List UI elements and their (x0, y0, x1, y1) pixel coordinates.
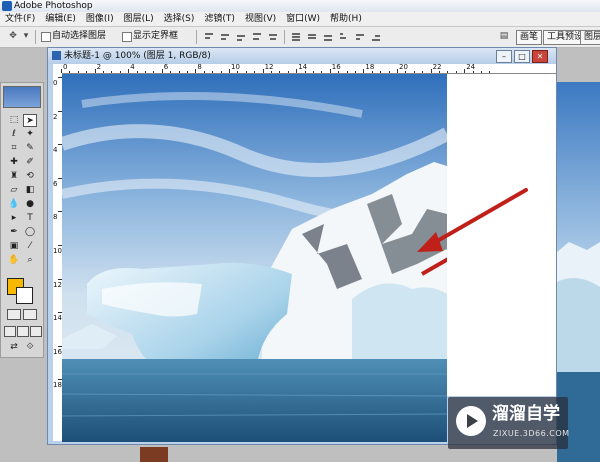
watermark-title: 溜溜自学 (492, 404, 560, 424)
watermark: 溜溜自学 ZIXUE.3D66.COM (448, 397, 570, 449)
watermark-url: ZIXUE.3D66.COM (493, 429, 570, 438)
annotation-arrow (417, 188, 528, 252)
play-icon (467, 414, 478, 428)
